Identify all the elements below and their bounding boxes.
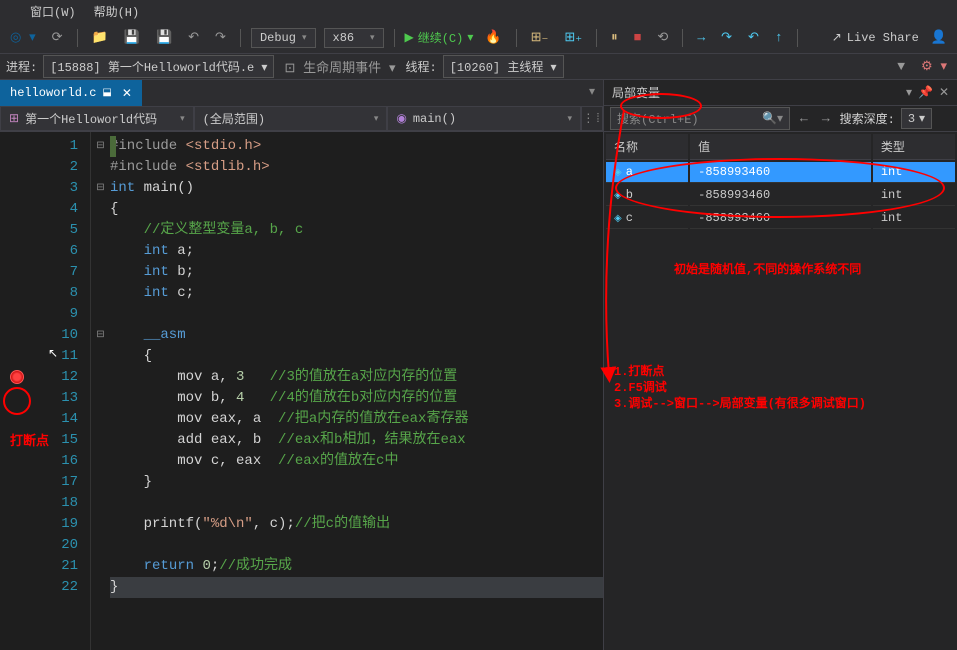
ic2-icon[interactable]: ⊞₊ — [560, 28, 586, 47]
locals-title: 局部变量 — [612, 84, 660, 101]
stack-icon[interactable]: ⚙ ▾ — [917, 57, 951, 76]
locals-search-row: 搜索(Ctrl+E)🔍▾ ← → 搜索深度: 3 ▾ — [604, 106, 957, 132]
close-icon[interactable]: ✕ — [122, 86, 132, 101]
table-row[interactable]: ◈a-858993460int — [606, 162, 955, 183]
nav-bar: ⊞ 第一个Helloworld代码 (全局范围) ◉ main() ⋮⁞ — [0, 106, 603, 132]
locals-pane: 局部变量 ▾ 📌 ✕ 搜索(Ctrl+E)🔍▾ ← → 搜索深度: 3 ▾ 名称… — [604, 80, 957, 650]
col-type[interactable]: 类型 — [873, 134, 955, 160]
step-out-icon[interactable]: ↑ — [771, 28, 787, 47]
annotation-step1: 1.打断点 — [614, 362, 664, 379]
table-row[interactable]: ◈b-858993460int — [606, 185, 955, 206]
hot-reload-icon[interactable]: 🔥 — [481, 28, 505, 47]
breakpoint-margin[interactable] — [0, 132, 40, 650]
step-over2-icon[interactable]: ↶ — [744, 28, 763, 47]
scope-combo[interactable]: (全局范围) — [194, 106, 388, 131]
menu-help[interactable]: 帮助(H) — [94, 3, 140, 20]
config-combo[interactable]: Debug — [251, 28, 316, 48]
dropdown-icon[interactable]: ▾ — [906, 85, 912, 100]
annotation-bp-label: 打断点 — [10, 430, 49, 449]
depth-label: 搜索深度: — [840, 110, 895, 127]
var-icon: ◈ — [614, 214, 622, 225]
annotation-step3: 3.调试-->窗口-->局部变量(有很多调试窗口) — [614, 394, 866, 411]
main-toolbar: ◎ ▾ ⟳ 📁 💾 💾 ↶ ↷ Debug x86 ▶ 继续(C) ▾ 🔥 ⊞₋… — [0, 22, 957, 54]
line-numbers: 12345678910111213141516171819202122 — [40, 132, 90, 650]
menu-window[interactable]: 窗口(W) — [30, 3, 76, 20]
continue-button[interactable]: ▶ 继续(C) ▾ — [405, 29, 474, 46]
pause-icon[interactable]: ⏸ — [607, 28, 622, 47]
execution-indicator — [110, 136, 116, 157]
save-all-icon[interactable]: 📁 — [88, 28, 112, 47]
code-editor[interactable]: 12345678910111213141516171819202122 ⊟⊟⊟ … — [0, 132, 603, 650]
undo-icon[interactable]: ↶ — [184, 28, 203, 47]
locals-header: 局部变量 ▾ 📌 ✕ — [604, 80, 957, 106]
tab-overflow-icon[interactable]: ▾ — [581, 80, 603, 106]
fold-column[interactable]: ⊟⊟⊟ — [90, 132, 110, 650]
split-icon[interactable]: ⋮⁞ — [581, 106, 603, 131]
var-icon: ◈ — [614, 168, 622, 179]
code-text[interactable]: #include <stdio.h> #include <stdlib.h> i… — [110, 132, 603, 650]
stop-icon[interactable]: ■ — [630, 28, 646, 47]
tab-label: helloworld.c — [10, 86, 96, 100]
lifecycle-icon[interactable]: ⊡ 生命周期事件 ▾ — [280, 55, 399, 78]
process-combo[interactable]: [15888] 第一个Helloworld代码.e ▾ — [43, 55, 274, 78]
step-over-icon[interactable]: ↷ — [717, 28, 736, 47]
annotation-step2: 2.F5调试 — [614, 378, 667, 395]
search-input[interactable]: 搜索(Ctrl+E)🔍▾ — [610, 107, 790, 130]
close-panel-icon[interactable]: ✕ — [939, 85, 949, 100]
pin-icon[interactable]: ⬓ — [102, 87, 111, 99]
liveshare-button[interactable]: ↗ Live Share — [832, 30, 919, 45]
table-row[interactable]: ◈c-858993460int — [606, 208, 955, 229]
editor-pane: helloworld.c ⬓ ✕ ▾ ⊞ 第一个Helloworld代码 (全局… — [0, 80, 604, 650]
tab-helloworld[interactable]: helloworld.c ⬓ ✕ — [0, 80, 142, 106]
step-into-icon[interactable]: → — [693, 28, 709, 47]
pin-panel-icon[interactable]: 📌 — [918, 85, 933, 100]
debug-context-bar: 进程: [15888] 第一个Helloworld代码.e ▾ ⊡ 生命周期事件… — [0, 54, 957, 80]
process-label: 进程: — [6, 58, 37, 75]
var-icon: ◈ — [614, 191, 622, 202]
menu-bar: 窗口(W) 帮助(H) — [0, 0, 957, 22]
breakpoint-marker[interactable] — [10, 370, 24, 384]
refresh-icon[interactable]: ⟳ — [48, 28, 67, 47]
back-icon[interactable]: ◎ ▾ — [6, 28, 40, 47]
thread-label: 线程: — [406, 58, 437, 75]
tab-bar: helloworld.c ⬓ ✕ ▾ — [0, 80, 603, 106]
save-icon[interactable]: 💾 — [120, 28, 144, 47]
locals-table: 名称 值 类型 ◈a-858993460int ◈b-858993460int … — [604, 132, 957, 231]
annotation-random: 初始是随机值,不同的操作系统不同 — [674, 260, 861, 277]
redo-icon[interactable]: ↷ — [211, 28, 230, 47]
user-icon[interactable]: 👤 — [927, 28, 951, 47]
filter-icon[interactable]: ▼ — [893, 57, 909, 76]
nav-fwd-icon[interactable]: → — [818, 109, 834, 128]
col-value[interactable]: 值 — [690, 134, 871, 160]
project-combo[interactable]: ⊞ 第一个Helloworld代码 — [0, 106, 194, 131]
ic1-icon[interactable]: ⊞₋ — [527, 28, 553, 47]
col-name[interactable]: 名称 — [606, 134, 688, 160]
restart-icon[interactable]: ⟲ — [653, 28, 672, 47]
thread-combo[interactable]: [10260] 主线程 ▾ — [443, 55, 564, 78]
function-combo[interactable]: ◉ main() — [387, 106, 581, 131]
nav-back-icon[interactable]: ← — [796, 109, 812, 128]
save-icon-2[interactable]: 💾 — [152, 28, 176, 47]
depth-combo[interactable]: 3 ▾ — [901, 108, 932, 129]
arch-combo[interactable]: x86 — [324, 28, 384, 48]
